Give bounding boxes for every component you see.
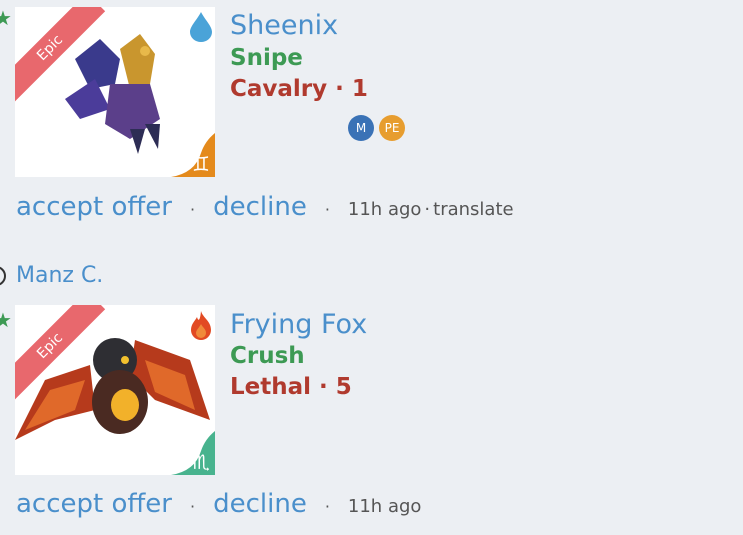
- separator: ·: [190, 497, 196, 516]
- gemini-icon: ♊: [171, 133, 215, 177]
- user-name[interactable]: Manz C.: [16, 263, 103, 288]
- separator: ·: [424, 199, 431, 220]
- svg-text:♏: ♏: [192, 450, 210, 474]
- monster-tier: Cavalry · 1: [230, 76, 368, 102]
- monster-type: Snipe: [230, 45, 303, 71]
- separator: ·: [190, 200, 196, 219]
- fire-icon: [191, 311, 211, 340]
- offer-actions: accept offer · decline · 11h ago · trans…: [16, 192, 514, 222]
- badge-m: M: [348, 115, 374, 141]
- svg-text:♊: ♊: [192, 152, 210, 176]
- avatar[interactable]: [0, 266, 6, 286]
- monster-card-frying-fox[interactable]: Epic ♏: [15, 305, 215, 475]
- decline-link[interactable]: decline: [213, 489, 307, 519]
- decline-link[interactable]: decline: [213, 192, 307, 222]
- separator: ·: [324, 497, 330, 516]
- sheenix-creature-image: [65, 34, 160, 154]
- calendar-icon: [21, 11, 41, 33]
- offer-actions: accept offer · decline · 11h ago: [16, 489, 421, 519]
- monster-name[interactable]: Sheenix: [230, 12, 338, 39]
- badge-pe: PE: [379, 115, 405, 141]
- monster-type: Crush: [230, 343, 305, 369]
- translate-link[interactable]: translate: [433, 199, 513, 220]
- timestamp: 11h ago: [347, 199, 422, 220]
- scorpio-icon: ♏: [171, 431, 215, 475]
- star-icon: ★: [0, 6, 12, 30]
- monster-name[interactable]: Frying Fox: [230, 311, 367, 338]
- accept-offer-link[interactable]: accept offer: [16, 489, 172, 519]
- monster-card-sheenix[interactable]: Epic ♊: [15, 7, 215, 177]
- monster-tier: Lethal · 5: [230, 374, 352, 400]
- separator: ·: [324, 200, 330, 219]
- water-drop-icon: [190, 12, 212, 42]
- timestamp: 11h ago: [347, 496, 422, 517]
- accept-offer-link[interactable]: accept offer: [16, 192, 172, 222]
- star-icon: ★: [0, 308, 12, 332]
- calendar-icon: [21, 309, 41, 331]
